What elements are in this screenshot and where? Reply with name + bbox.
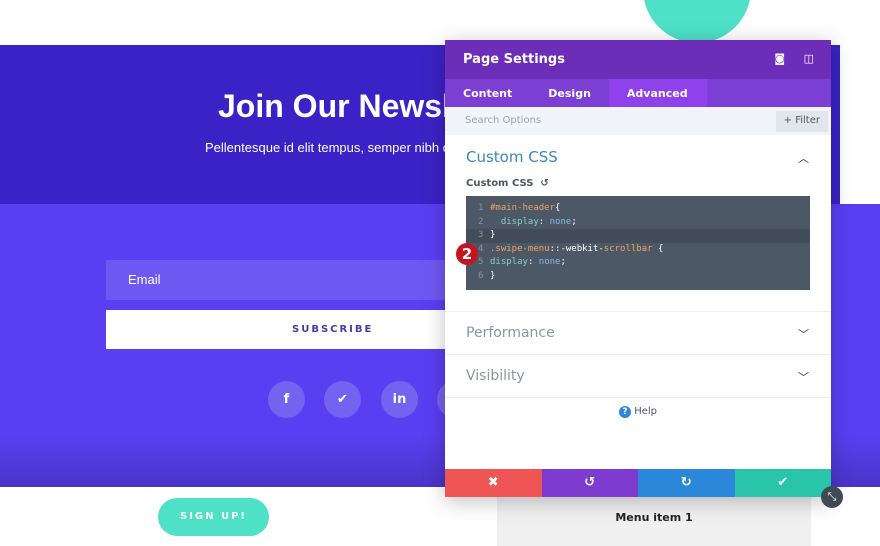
line-number: 4 [478, 243, 484, 254]
linkedin-icon[interactable]: in [381, 381, 418, 418]
page-settings-panel: Page Settings ◙ ◫ Content Design Advance… [445, 40, 831, 497]
code-token: display [490, 216, 539, 227]
line-number: 5 [478, 257, 484, 267]
filter-button[interactable]: + Filter [775, 111, 828, 132]
code-line: 5 display: none; [466, 256, 810, 270]
cancel-button[interactable]: ✖ [445, 469, 542, 497]
section-title: Visibility [466, 368, 525, 384]
twitter-icon[interactable]: ✔ [324, 381, 361, 418]
custom-css-label: Custom CSS ↺ [445, 178, 831, 196]
reset-icon[interactable]: ↺ [537, 178, 548, 189]
line-number: 3 [478, 230, 484, 240]
tab-advanced[interactable]: Advanced [608, 79, 707, 107]
chevron-up-icon: ︿ [798, 152, 809, 165]
sidebar-toggle-icon[interactable]: ◫ [804, 52, 814, 65]
section-title: Custom CSS [466, 148, 558, 166]
code-token: : [527, 257, 539, 267]
code-token: none [538, 257, 561, 267]
code-line: 1 #main-header{ [466, 202, 810, 216]
panel-footer: ✖ ↺ ↻ ✔ [445, 469, 831, 497]
panel-title: Page Settings [463, 52, 565, 67]
code-token: scrollbar [603, 243, 653, 254]
tab-bar: Content Design Advanced [445, 79, 831, 107]
search-input[interactable]: Search Options + Filter [445, 107, 831, 135]
code-token: { [555, 203, 561, 213]
redo-button[interactable]: ↻ [638, 469, 735, 497]
chevron-down-icon: ﹀ [798, 328, 809, 341]
resize-icon[interactable]: ⤡ [821, 486, 843, 508]
code-token: ; [571, 216, 577, 227]
signup-button[interactable]: SIGN UP! [158, 498, 269, 536]
code-token: : [538, 216, 550, 227]
tab-design[interactable]: Design [530, 79, 609, 107]
save-button[interactable]: ✔ [734, 469, 831, 497]
custom-css-section-toggle[interactable]: Custom CSS ︿ [445, 135, 831, 178]
help-link[interactable]: ? Help [445, 397, 831, 418]
email-input[interactable]: Email [106, 260, 466, 300]
css-code-editor[interactable]: 1 #main-header{2 display: none; 3} 4 .swipe-… [466, 196, 810, 290]
code-token: } [490, 230, 496, 240]
subscribe-button[interactable]: SUBSCRIBE [106, 310, 466, 349]
label-text: Custom CSS [466, 178, 534, 189]
code-token: ::-webkit- [549, 243, 604, 254]
code-token: ; [560, 257, 566, 267]
panel-header: Page Settings ◙ ◫ [445, 40, 831, 79]
line-number: 6 [478, 270, 484, 281]
code-token: } [490, 270, 496, 281]
focus-icon[interactable]: ◙ [774, 52, 785, 65]
help-icon: ? [619, 406, 631, 418]
step-badge: 2 [456, 243, 478, 265]
code-token: #main-header [490, 203, 556, 213]
help-text: Help [634, 406, 657, 417]
page-subtitle: Pellentesque id elit tempus, semper nibh… [205, 140, 458, 155]
chevron-down-icon: ﹀ [798, 371, 809, 384]
code-line: 6} [466, 270, 810, 284]
code-line: 4 .swipe-menu::-webkit-scrollbar { [466, 243, 810, 257]
decorative-circle [643, 0, 751, 43]
facebook-icon[interactable]: f [268, 381, 305, 418]
visibility-section-toggle[interactable]: Visibility ﹀ [445, 354, 831, 397]
code-token: display [490, 257, 528, 267]
line-number: 1 [478, 203, 484, 213]
tab-content[interactable]: Content [445, 79, 530, 107]
undo-button[interactable]: ↺ [541, 469, 638, 497]
section-title: Performance [466, 325, 555, 341]
search-placeholder: Search Options [465, 115, 542, 126]
code-line: 2 display: none; [466, 216, 810, 230]
code-line: 3} [466, 229, 810, 243]
code-token: none [549, 216, 572, 227]
code-token: .swipe-menu [490, 243, 550, 254]
line-number: 2 [478, 216, 484, 227]
performance-section-toggle[interactable]: Performance ﹀ [445, 311, 831, 354]
code-token: { [652, 243, 664, 254]
page-heading: Join Our Newsl [218, 88, 451, 124]
